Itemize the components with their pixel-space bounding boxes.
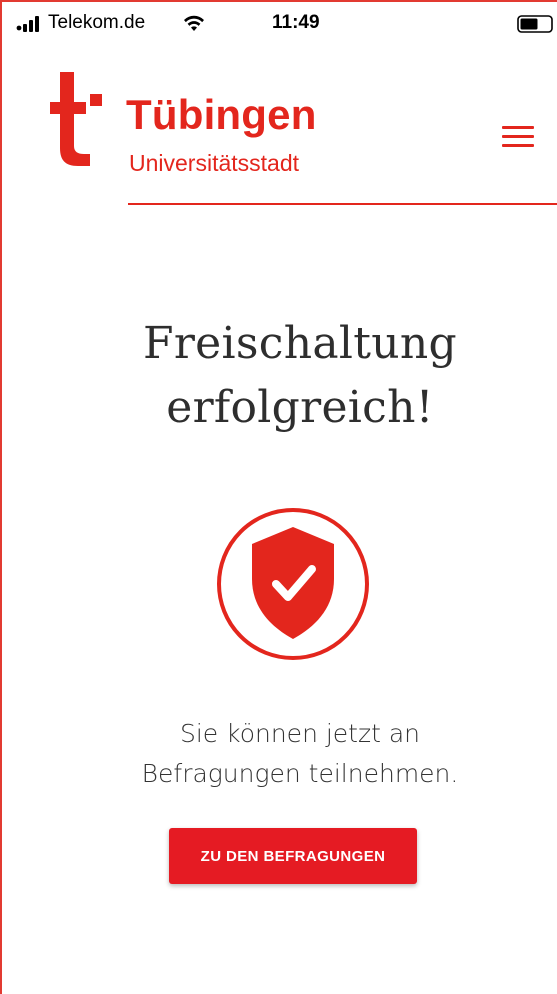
battery-icon bbox=[517, 15, 553, 33]
hamburger-menu-icon bbox=[502, 126, 534, 129]
signal-bars-icon bbox=[16, 16, 39, 32]
hamburger-menu-icon-bar bbox=[502, 144, 534, 147]
clock: 11:49 bbox=[272, 12, 320, 33]
hamburger-menu-button[interactable] bbox=[502, 126, 538, 154]
success-message: Sie können jetzt an Befragungen teilnehm… bbox=[40, 714, 557, 794]
hamburger-menu-icon-bar bbox=[502, 135, 534, 138]
shield-check-icon bbox=[217, 508, 369, 660]
success-message-line2: Befragungen teilnehmen. bbox=[141, 759, 459, 788]
tuebingen-logo-icon[interactable] bbox=[48, 72, 104, 166]
to-surveys-button[interactable]: ZU DEN BEFRAGUNGEN bbox=[169, 828, 417, 884]
city-subtitle: Universitätsstadt bbox=[129, 150, 300, 176]
carrier-name: Telekom.de bbox=[48, 12, 146, 33]
header-divider bbox=[128, 203, 557, 205]
wifi-icon bbox=[184, 15, 204, 31]
page-title: Freischaltung erfolgreich! bbox=[40, 312, 557, 440]
page-title-line2: erfolgreich! bbox=[166, 382, 434, 433]
city-title[interactable]: Tübingen bbox=[126, 94, 317, 136]
status-bar: Telekom.de 11:49 bbox=[2, 2, 555, 42]
success-message-line1: Sie können jetzt an bbox=[179, 719, 421, 748]
page-title-line1: Freischaltung bbox=[143, 318, 457, 369]
